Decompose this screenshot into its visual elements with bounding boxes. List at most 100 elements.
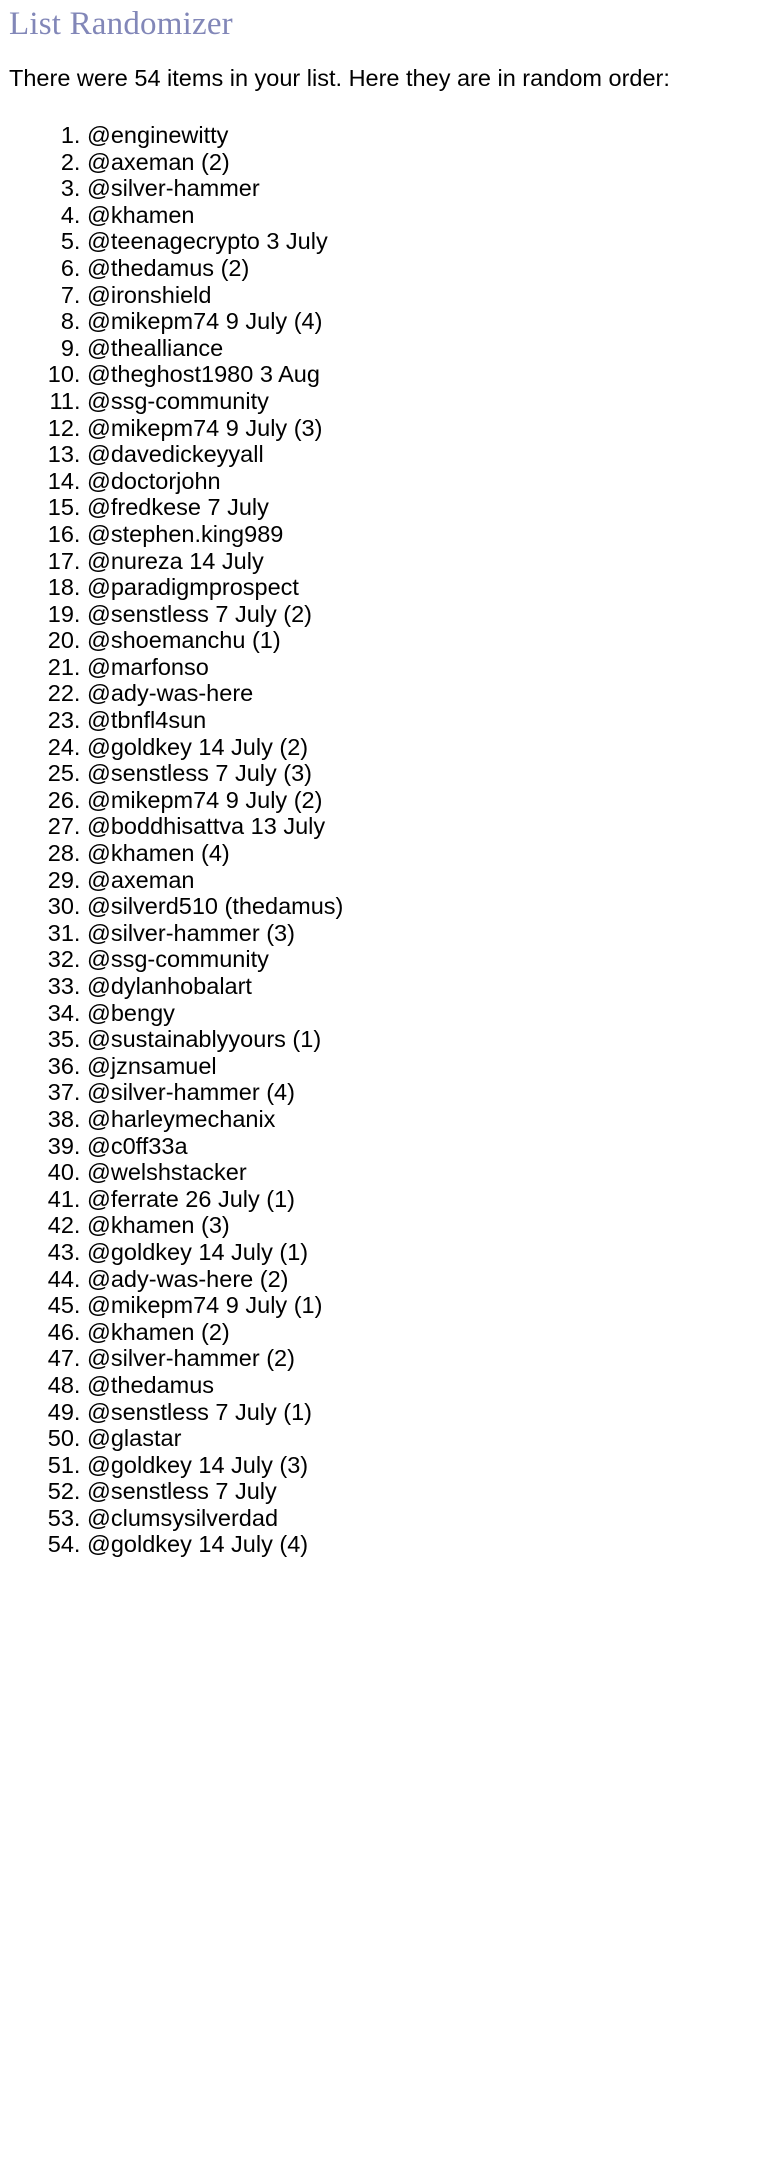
list-item: @dylanhobalart [87, 973, 760, 1000]
list-item-label: @marfonso [87, 653, 209, 680]
list-item: @ironshield [87, 282, 760, 309]
list-item: @thedamus (2) [87, 255, 760, 282]
list-item-label: @ady-was-here [87, 680, 254, 707]
list-item-label: @teenagecrypto 3 July [87, 228, 328, 255]
list-item: @goldkey 14 July (3) [87, 1452, 760, 1479]
list-item: @goldkey 14 July (1) [87, 1239, 760, 1266]
list-item: @khamen [87, 202, 760, 229]
list-item-label: @tbnfl4sun [87, 707, 207, 734]
list-item-label: @goldkey 14 July (4) [87, 1531, 309, 1558]
list-item-label: @thedamus (2) [87, 254, 250, 281]
list-item-label: @harleymechanix [87, 1105, 276, 1132]
list-item: @paradigmprospect [87, 574, 760, 601]
list-item-label: @goldkey 14 July (2) [87, 733, 309, 760]
list-randomizer-page: List Randomizer There were 54 items in y… [0, 0, 768, 2168]
list-item-label: @ironshield [87, 281, 212, 308]
list-item-label: @goldkey 14 July (1) [87, 1238, 309, 1265]
list-item-label: @khamen (3) [87, 1212, 230, 1239]
list-item: @enginewitty [87, 122, 760, 149]
list-item-label: @ssg-community [87, 387, 269, 414]
list-item: @tbnfl4sun [87, 707, 760, 734]
list-item-label: @ady-was-here (2) [87, 1265, 289, 1292]
list-item-label: @clumsysilverdad [87, 1504, 279, 1531]
list-item-label: @thedamus [87, 1371, 215, 1398]
list-item-label: @glastar [87, 1425, 182, 1452]
list-item: @senstless 7 July (3) [87, 760, 760, 787]
list-item: @mikepm74 9 July (1) [87, 1292, 760, 1319]
list-item: @khamen (2) [87, 1319, 760, 1346]
list-item: @silverd510 (thedamus) [87, 893, 760, 920]
list-item: @goldkey 14 July (4) [87, 1531, 760, 1558]
list-item-label: @mikepm74 9 July (2) [87, 786, 323, 813]
list-item-label: @paradigmprospect [87, 574, 299, 601]
list-item-label: @mikepm74 9 July (3) [87, 414, 323, 441]
list-item-label: @silver-hammer (4) [87, 1079, 295, 1106]
list-item: @welshstacker [87, 1159, 760, 1186]
list-item-label: @ssg-community [87, 946, 269, 973]
list-item: @goldkey 14 July (2) [87, 734, 760, 761]
list-item: @ady-was-here [87, 680, 760, 707]
randomized-results-list: @enginewitty@axeman (2)@silver-hammer@kh… [8, 122, 760, 1558]
list-item: @mikepm74 9 July (3) [87, 415, 760, 442]
list-item: @marfonso [87, 654, 760, 681]
list-item-label: @silverd510 (thedamus) [87, 893, 344, 920]
list-item: @thedamus [87, 1372, 760, 1399]
list-item-label: @enginewitty [87, 122, 229, 148]
list-item-label: @khamen (2) [87, 1318, 230, 1345]
list-item: @mikepm74 9 July (2) [87, 787, 760, 814]
list-item-label: @fredkese 7 July [87, 494, 269, 521]
list-item-label: @goldkey 14 July (3) [87, 1451, 309, 1478]
list-item: @mikepm74 9 July (4) [87, 308, 760, 335]
list-item-label: @senstless 7 July (2) [87, 600, 312, 627]
list-item: @harleymechanix [87, 1106, 760, 1133]
list-item: @ssg-community [87, 388, 760, 415]
list-item-label: @senstless 7 July (3) [87, 760, 312, 787]
list-item: @bengy [87, 1000, 760, 1027]
list-item: @stephen.king989 [87, 521, 760, 548]
list-item: @khamen (4) [87, 840, 760, 867]
list-item: @ady-was-here (2) [87, 1266, 760, 1293]
list-item: @khamen (3) [87, 1212, 760, 1239]
list-item: @silver-hammer (3) [87, 920, 760, 947]
list-item: @thealliance [87, 335, 760, 362]
list-item-label: @mikepm74 9 July (1) [87, 1292, 323, 1319]
list-item-label: @ferrate 26 July (1) [87, 1185, 296, 1212]
list-item: @sustainablyyours (1) [87, 1026, 760, 1053]
list-item: @boddhisattva 13 July [87, 813, 760, 840]
list-item-label: @silver-hammer (2) [87, 1345, 295, 1372]
list-item: @c0ff33a [87, 1133, 760, 1160]
list-item-label: @theghost1980 3 Aug [87, 361, 320, 388]
list-item: @ferrate 26 July (1) [87, 1186, 760, 1213]
list-item-label: @nureza 14 July [87, 547, 264, 574]
list-item-label: @khamen (4) [87, 840, 230, 867]
list-item: @clumsysilverdad [87, 1505, 760, 1532]
page-title: List Randomizer [9, 6, 233, 42]
list-item-label: @axeman (2) [87, 148, 230, 175]
list-item-label: @senstless 7 July [87, 1478, 277, 1505]
list-item-label: @jznsamuel [87, 1052, 217, 1079]
list-item-label: @khamen [87, 201, 195, 228]
list-item-label: @thealliance [87, 334, 224, 361]
list-item-label: @shoemanchu (1) [87, 627, 281, 654]
list-item: @teenagecrypto 3 July [87, 228, 760, 255]
list-item-label: @bengy [87, 999, 175, 1026]
list-item: @senstless 7 July [87, 1478, 760, 1505]
list-item: @silver-hammer (4) [87, 1079, 760, 1106]
list-item: @glastar [87, 1425, 760, 1452]
list-item: @jznsamuel [87, 1053, 760, 1080]
list-item-label: @silver-hammer (3) [87, 919, 295, 946]
list-item-label: @davedickeyyall [87, 441, 264, 468]
list-item: @axeman (2) [87, 149, 760, 176]
list-item: @davedickeyyall [87, 441, 760, 468]
list-item-label: @axeman [87, 866, 195, 893]
intro-paragraph: There were 54 items in your list. Here t… [9, 65, 670, 91]
list-item: @axeman [87, 867, 760, 894]
list-item: @nureza 14 July [87, 548, 760, 575]
list-item: @silver-hammer (2) [87, 1345, 760, 1372]
list-item: @fredkese 7 July [87, 494, 760, 521]
list-item-label: @mikepm74 9 July (4) [87, 308, 323, 335]
list-item: @theghost1980 3 Aug [87, 361, 760, 388]
list-item-label: @c0ff33a [87, 1132, 188, 1159]
list-item: @senstless 7 July (2) [87, 601, 760, 628]
list-item-label: @boddhisattva 13 July [87, 813, 326, 840]
